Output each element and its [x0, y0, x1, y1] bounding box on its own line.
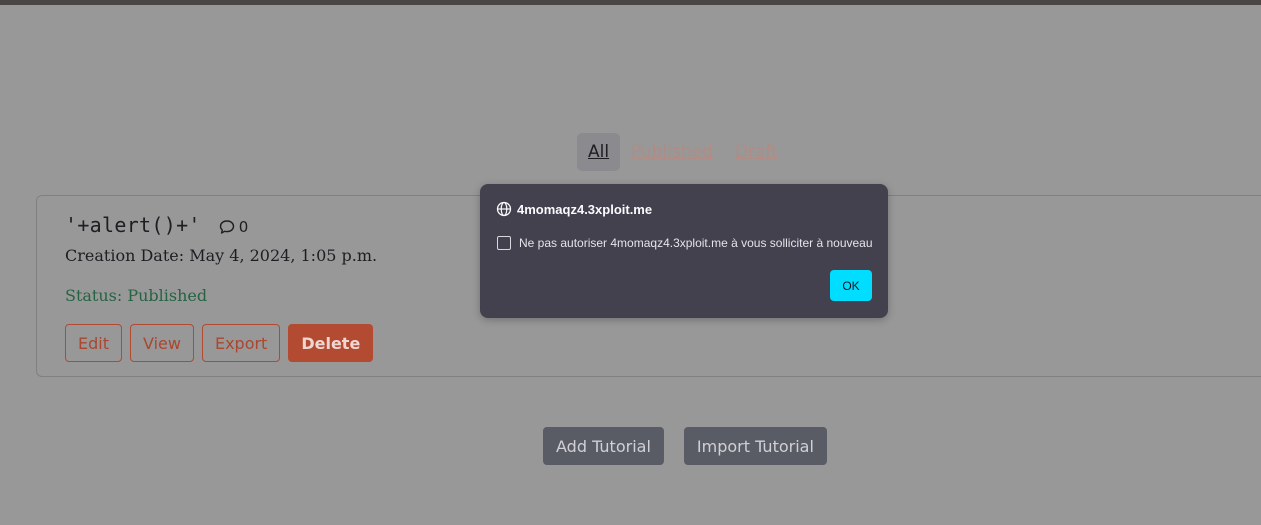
dialog-suppress-option[interactable]: Ne pas autoriser 4momaqz4.3xploit.me à v…	[497, 236, 873, 250]
creation-date: Creation Date: May 4, 2024, 1:05 p.m.	[65, 246, 378, 265]
edit-button[interactable]: Edit	[65, 324, 122, 362]
suppress-checkbox-label[interactable]: Ne pas autoriser 4momaqz4.3xploit.me à v…	[519, 236, 873, 250]
add-tutorial-button[interactable]: Add Tutorial	[543, 427, 664, 465]
tutorial-title[interactable]: '+alert()+'	[65, 213, 201, 237]
globe-icon	[496, 201, 512, 217]
alert-dialog: 4momaqz4.3xploit.me Ne pas autoriser 4mo…	[480, 184, 888, 318]
ok-button[interactable]: OK	[830, 270, 872, 301]
dialog-origin-text: 4momaqz4.3xploit.me	[517, 201, 653, 217]
card-actions: Edit View Export Delete	[65, 324, 374, 362]
view-button[interactable]: View	[129, 324, 194, 362]
top-bar	[0, 0, 1261, 5]
tab-all[interactable]: All	[577, 133, 621, 171]
status-label: Status: Published	[65, 286, 208, 305]
dialog-origin: 4momaqz4.3xploit.me	[496, 201, 652, 217]
delete-button[interactable]: Delete	[288, 324, 374, 362]
bottom-actions: Add Tutorial Import Tutorial	[543, 427, 827, 465]
comment-count: 0	[238, 218, 249, 236]
comment-count-group: 0	[219, 218, 249, 236]
tutorial-title-row: '+alert()+' 0	[65, 213, 248, 237]
filter-tabs: All Published Draft	[577, 133, 789, 171]
tab-draft[interactable]: Draft	[724, 133, 789, 171]
import-tutorial-button[interactable]: Import Tutorial	[683, 427, 827, 465]
export-button[interactable]: Export	[201, 324, 281, 362]
tab-published[interactable]: Published	[620, 133, 724, 171]
speech-bubble-icon	[219, 220, 234, 234]
suppress-checkbox[interactable]	[497, 236, 511, 250]
